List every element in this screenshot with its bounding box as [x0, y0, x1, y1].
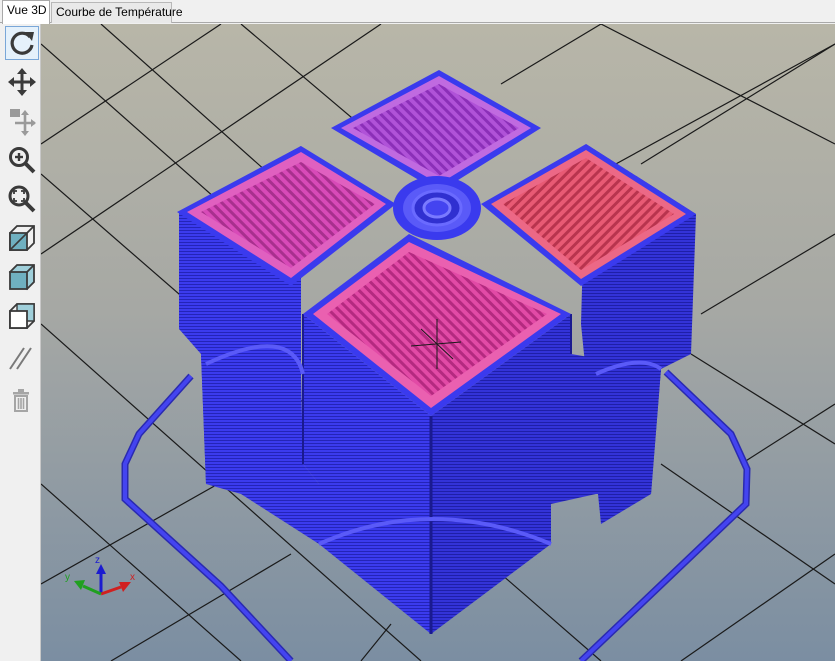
view-front-button[interactable]: [5, 260, 39, 294]
slice-icon: [9, 347, 32, 370]
view-front-icon: [8, 264, 35, 291]
zoom-fit-icon: [8, 185, 36, 213]
delete-button[interactable]: [7, 386, 35, 414]
tab-vue-3d[interactable]: Vue 3D: [2, 0, 50, 24]
rotate-icon: [10, 31, 34, 55]
view-toolbar: [0, 24, 41, 661]
zoom-fit-button[interactable]: [5, 182, 39, 216]
zoom-in-icon: [9, 147, 36, 174]
view-box-button[interactable]: [5, 299, 39, 333]
3d-viewport[interactable]: z x y: [41, 24, 835, 661]
tab-bar: Vue 3D Courbe de Température: [0, 0, 835, 24]
svg-text:y: y: [65, 572, 70, 583]
zoom-in-button[interactable]: [5, 143, 39, 177]
trash-icon: [13, 389, 29, 412]
move-object-button[interactable]: [5, 104, 39, 138]
slice-button[interactable]: [7, 344, 35, 372]
tab-courbe-temperature[interactable]: Courbe de Température: [51, 2, 183, 23]
rotate-button[interactable]: [5, 26, 39, 60]
view-box-icon: [9, 303, 35, 329]
move-button[interactable]: [5, 65, 39, 99]
svg-text:z: z: [95, 555, 100, 566]
view-iso-icon: [9, 225, 35, 251]
svg-text:x: x: [130, 572, 135, 583]
move-object-icon: [10, 109, 36, 136]
move-icon: [8, 68, 36, 96]
view-iso-button[interactable]: [5, 221, 39, 255]
